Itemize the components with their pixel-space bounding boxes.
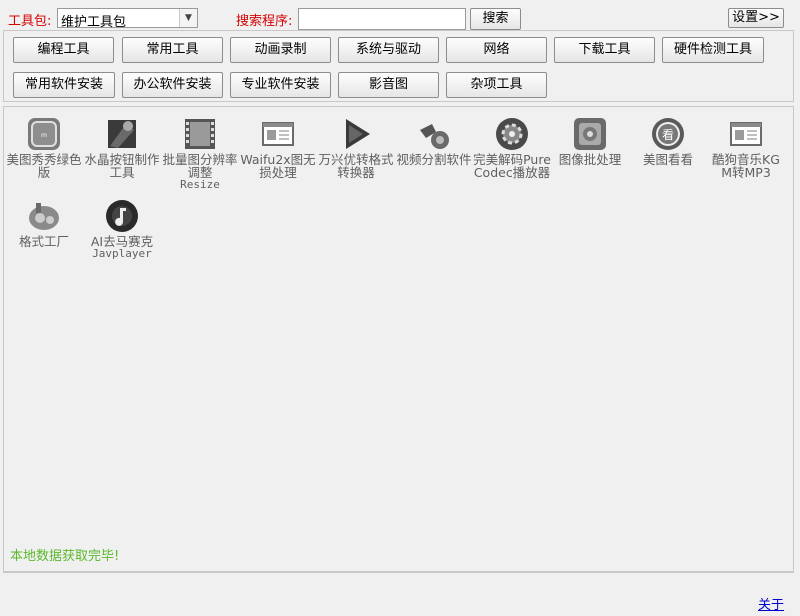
app-label: 水晶按钮制作工具 (84, 152, 160, 180)
category-button[interactable]: 专业软件安装 (230, 72, 331, 98)
play-triangle-icon[interactable] (338, 116, 374, 152)
app-item[interactable]: Waifu2x图无损处理 (239, 116, 317, 179)
app-item[interactable]: m 美图秀秀绿色版 (5, 116, 83, 179)
app-label: Waifu2x图无损处理 (240, 152, 316, 180)
app-item[interactable]: 万兴优转格式转换器 (317, 116, 395, 179)
category-button[interactable]: 网络 (446, 37, 547, 63)
video-split-icon[interactable] (416, 116, 452, 152)
app-item[interactable]: 批量图分辨率调整 Resize (161, 116, 239, 191)
app-item[interactable]: 视频分割软件 (395, 116, 473, 166)
category-button[interactable]: 办公软件安装 (122, 72, 223, 98)
status-text: 本地数据获取完毕! (10, 549, 120, 564)
app-label: 酷狗音乐KGM转MP3 (712, 152, 780, 180)
search-input[interactable] (298, 8, 466, 30)
app-label: 美图看看 (642, 152, 693, 167)
app-sublabel: Javplayer (92, 247, 152, 260)
app-item[interactable]: 图像批处理 (551, 116, 629, 166)
music-disc-icon[interactable] (104, 198, 140, 234)
about-link[interactable]: 关于 (758, 594, 784, 613)
category-button[interactable]: 硬件检测工具 (662, 37, 764, 63)
search-button[interactable]: 搜索 (470, 8, 521, 30)
svg-text:m: m (41, 132, 47, 139)
app-label: 完美解码PureCodec播放器 (473, 152, 551, 180)
settings-button[interactable]: 设置>> (728, 8, 784, 28)
image-batch-icon[interactable] (572, 116, 608, 152)
window-icon[interactable] (728, 116, 764, 152)
gear-player-icon[interactable] (494, 116, 530, 152)
app-label: 视频分割软件 (396, 152, 472, 167)
category-button[interactable]: 杂项工具 (446, 72, 547, 98)
search-label: 搜索程序: (236, 14, 293, 29)
app-label: 批量图分辨率调整 (162, 152, 238, 180)
film-resize-icon[interactable] (182, 116, 218, 152)
app-item[interactable]: AI去马赛克 Javplayer (83, 198, 161, 260)
toolkit-select-value: 维护工具包 (61, 15, 127, 30)
category-button[interactable]: 系统与驱动 (338, 37, 439, 63)
app-label: 格式工厂 (18, 234, 69, 249)
app-label: 图像批处理 (558, 152, 622, 167)
category-button[interactable]: 常用软件安装 (13, 72, 115, 98)
app-item[interactable]: 完美解码PureCodec播放器 (473, 116, 551, 179)
format-factory-icon[interactable] (26, 198, 62, 234)
app-item[interactable]: 酷狗音乐KGM转MP3 (707, 116, 785, 179)
meitu-xiuxiu-icon[interactable]: m (26, 116, 62, 152)
meitu-kankan-icon[interactable]: 看 (650, 116, 686, 152)
app-label: 美图秀秀绿色版 (6, 152, 82, 180)
top-toolbar: 工具包: 维护工具包 ▼ 搜索程序: 搜索 设置>> (0, 0, 800, 34)
category-button[interactable]: 动画录制 (230, 37, 331, 63)
toolkit-label: 工具包: (8, 14, 52, 29)
category-button[interactable]: 下载工具 (554, 37, 655, 63)
window-icon[interactable] (260, 116, 296, 152)
app-item[interactable]: 水晶按钮制作工具 (83, 116, 161, 179)
app-sublabel: Resize (180, 178, 220, 191)
category-button[interactable]: 编程工具 (13, 37, 114, 63)
svg-text:看: 看 (662, 128, 674, 142)
app-item[interactable]: 看美图看看 (629, 116, 707, 166)
chevron-down-icon[interactable]: ▼ (179, 9, 197, 27)
category-button[interactable]: 常用工具 (122, 37, 223, 63)
category-button[interactable]: 影音图 (338, 72, 439, 98)
app-item[interactable]: 格式工厂 (5, 198, 83, 248)
app-label: 万兴优转格式转换器 (318, 152, 394, 180)
crystal-button-icon[interactable] (104, 116, 140, 152)
toolkit-select[interactable]: 维护工具包 ▼ (57, 8, 198, 30)
